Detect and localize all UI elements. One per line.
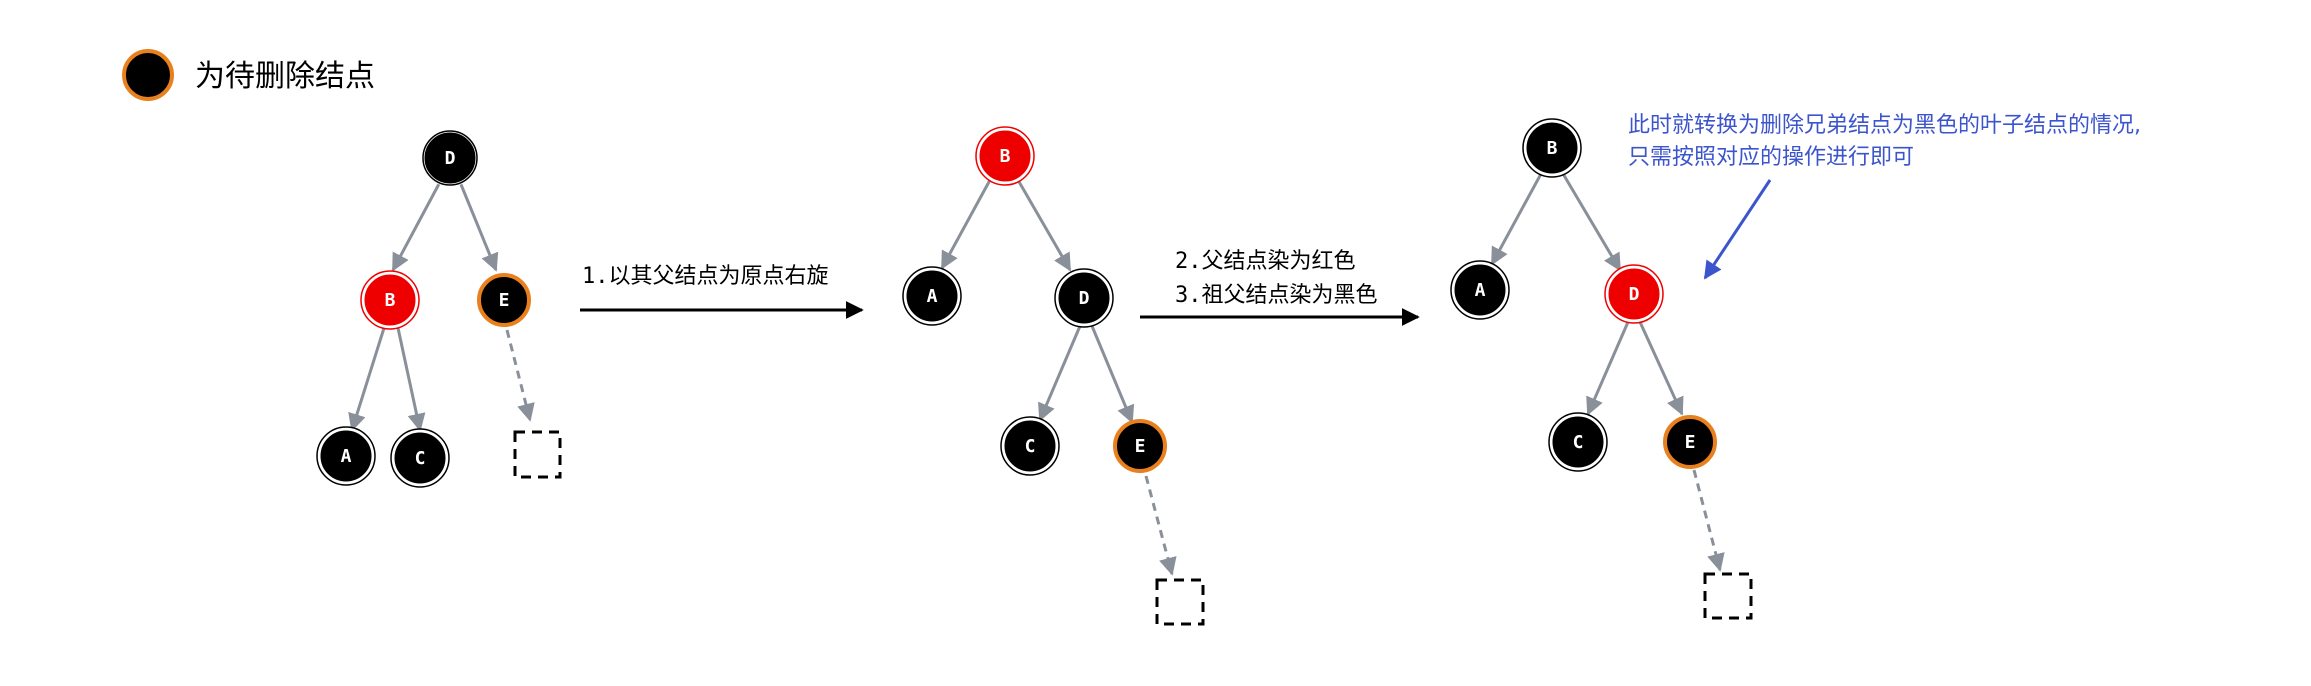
node-D: D [1054, 268, 1114, 328]
node-label: B [1000, 146, 1011, 167]
node-A: A [1450, 260, 1510, 320]
node-C: C [1000, 416, 1060, 476]
node-label: B [1547, 138, 1558, 159]
node-label: E [1135, 436, 1146, 457]
node-B: B [360, 270, 420, 330]
edge-E-null [1692, 469, 1725, 572]
edge-D-E [458, 181, 499, 272]
node-label: A [341, 446, 352, 467]
edge-D-C [1586, 321, 1630, 416]
node-B: B [975, 126, 1035, 186]
node-A: A [316, 426, 376, 486]
node-label: C [1573, 432, 1584, 453]
node-B: B [1522, 118, 1582, 178]
node-label: D [445, 148, 456, 169]
null-leaf [1703, 572, 1753, 620]
node-C: C [390, 428, 450, 488]
edge-D-E [1090, 325, 1135, 424]
edge-D-E [1638, 321, 1684, 416]
null-leaf [513, 430, 562, 479]
edge-B-A [1490, 171, 1544, 266]
note-arrow [1703, 179, 1772, 280]
note: 此时就转换为删除兄弟结点为黑色的叶子结点的情况, 只需按照对应的操作进行即可 [1628, 113, 2141, 280]
node-label: A [1475, 280, 1486, 301]
node-C: C [1548, 412, 1608, 472]
node-label: E [1685, 432, 1696, 453]
red-black-tree-delete-diagram: 为待删除结点 D B E A C 1.以其父结点为原点右旋 B A D C E … [122, 49, 2141, 626]
note-line-1: 此时就转换为删除兄弟结点为黑色的叶子结点的情况, [1628, 113, 2141, 138]
node-E-to-delete: E [1113, 419, 1167, 473]
edge-D-B [391, 181, 442, 272]
node-D: D [1604, 264, 1664, 324]
node-label: E [499, 290, 510, 311]
tree-after-recolor: B A D C E [1450, 118, 1753, 620]
note-line-2: 只需按照对应的操作进行即可 [1628, 145, 1914, 170]
edge-B-C [396, 327, 426, 432]
tree-after-rotate: B A D C E [902, 126, 1205, 626]
node-label: C [415, 448, 426, 469]
legend-delete-node-icon [122, 49, 174, 101]
edge-B-A [940, 179, 992, 270]
edge-E-null [505, 329, 535, 422]
node-label: D [1079, 288, 1090, 309]
node-label: B [385, 290, 396, 311]
tree-initial: D B E A C [316, 129, 562, 488]
step-1-text: 1.以其父结点为原点右旋 [582, 264, 829, 289]
legend-text: 为待删除结点 [195, 59, 375, 94]
step-1: 1.以其父结点为原点右旋 [580, 264, 864, 319]
step-2: 2.父结点染为红色 3.祖父结点染为黑色 [1140, 249, 1420, 326]
step-2-text-line2: 3.祖父结点染为黑色 [1175, 283, 1378, 308]
node-label: C [1025, 436, 1036, 457]
null-leaf [1155, 578, 1205, 626]
edge-E-null [1144, 475, 1177, 576]
node-A: A [902, 266, 962, 326]
legend: 为待删除结点 [122, 49, 375, 101]
step-2-text-line1: 2.父结点染为红色 [1175, 249, 1356, 274]
node-D: D [421, 129, 479, 187]
edge-B-D [1560, 171, 1622, 272]
node-label: A [927, 286, 938, 307]
node-label: D [1629, 284, 1640, 305]
node-E-to-delete: E [1663, 415, 1717, 469]
edge-D-C [1038, 325, 1082, 422]
edge-B-A [348, 327, 386, 432]
node-E-to-delete: E [477, 273, 531, 327]
edge-B-D [1016, 179, 1072, 272]
